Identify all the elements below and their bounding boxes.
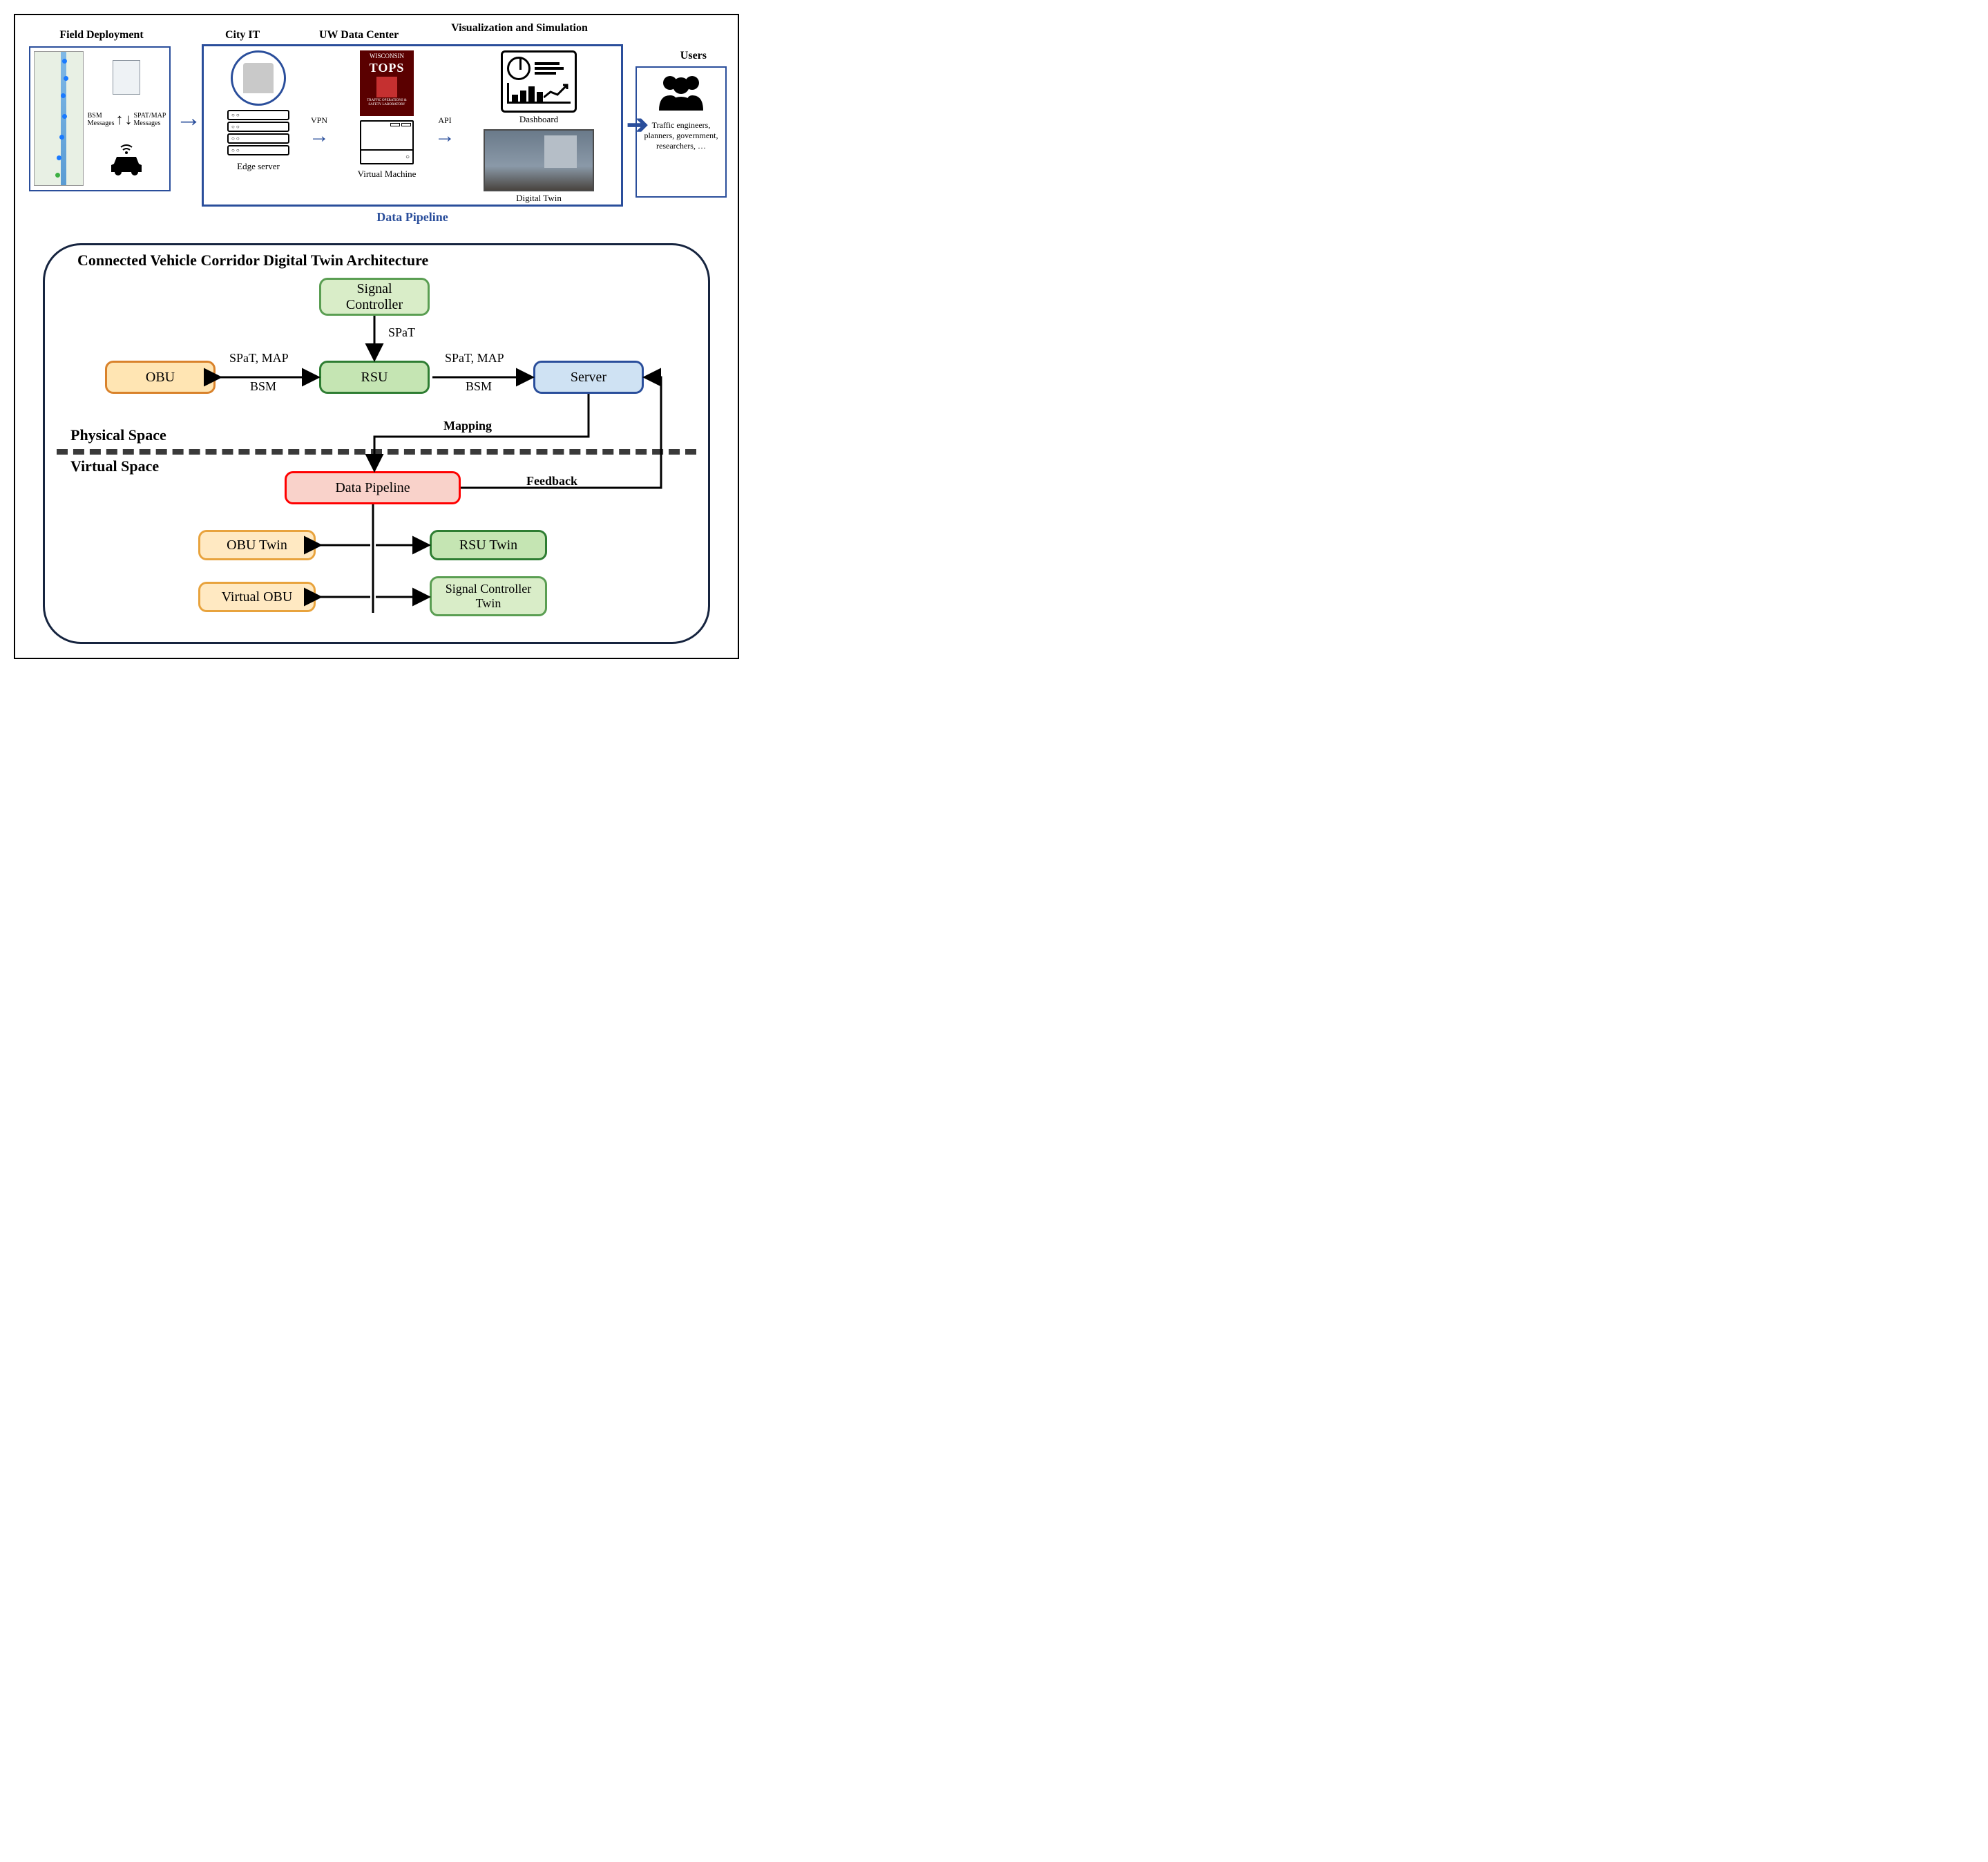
field-deployment-box: BSM Messages ↑ ↓ SPAT/MAP Messages: [29, 46, 171, 191]
corridor-map-thumbnail: [34, 51, 84, 186]
arrow-icon: →: [309, 126, 329, 146]
dashboard-label: Dashboard: [519, 114, 558, 125]
edge-sm1-label: SPaT, MAP: [229, 352, 289, 365]
node-virtual-obu: Virtual OBU: [198, 582, 316, 612]
diagram-canvas: Field Deployment City IT UW Data Center …: [14, 14, 739, 659]
physical-space-label: Physical Space: [70, 426, 166, 444]
data-pipeline-title: Data Pipeline: [202, 210, 623, 225]
users-icon: [653, 72, 709, 117]
node-obu: OBU: [105, 361, 216, 394]
field-right-col: BSM Messages ↑ ↓ SPAT/MAP Messages: [88, 51, 166, 187]
node-rsu: RSU: [319, 361, 430, 394]
title-field: Field Deployment: [39, 29, 164, 41]
barchart-icon: [507, 83, 571, 104]
vm-label: Virtual Machine: [358, 169, 417, 180]
digital-twin-label: Digital Twin: [516, 193, 562, 204]
digital-twin-thumbnail: [484, 129, 594, 191]
tops-sub: TRAFFIC OPERATIONS & SAFETY LABORATORY: [362, 99, 412, 106]
virtual-space-label: Virtual Space: [70, 457, 159, 475]
spat-label: SPAT/MAP Messages: [133, 112, 166, 127]
dashboard-icon: [501, 50, 577, 113]
edge-mapping-label: Mapping: [443, 419, 492, 433]
title-city: City IT: [225, 29, 260, 41]
edge-sm2-label: SPaT, MAP: [445, 352, 504, 365]
tops-state: WISCONSIN: [370, 53, 404, 59]
gauge-icon: [507, 57, 531, 80]
vpn-arrow: VPN →: [309, 115, 329, 146]
message-arrows: BSM Messages ↑ ↓ SPAT/MAP Messages: [88, 112, 166, 127]
title-viz: Visualization and Simulation: [447, 22, 592, 35]
api-arrow: API →: [434, 115, 455, 146]
data-pipeline-box: Edge server VPN → WISCONSIN TOPS TRAFFIC…: [202, 44, 623, 207]
node-data-pipeline: Data Pipeline: [285, 471, 461, 504]
connected-car-icon: [106, 144, 147, 178]
list-icon: [535, 60, 571, 77]
virtual-machine-icon: [360, 120, 414, 164]
bottom-diagram: Connected Vehicle Corridor Digital Twin …: [22, 236, 731, 651]
city-seal-icon: [231, 50, 286, 106]
edge-server-icon: [227, 110, 289, 157]
uw-data-center-column: WISCONSIN TOPS TRAFFIC OPERATIONS & SAFE…: [342, 50, 432, 180]
edge-bsm2-label: BSM: [466, 380, 492, 394]
city-it-column: Edge server: [213, 50, 303, 172]
node-obu-twin: OBU Twin: [198, 530, 316, 560]
title-uw: UW Data Center: [319, 29, 399, 41]
edge-bsm1-label: BSM: [250, 380, 276, 394]
title-users: Users: [680, 50, 707, 62]
tops-acronym: TOPS: [370, 61, 405, 75]
edge-feedback-label: Feedback: [526, 475, 577, 488]
visualization-column: Dashboard Digital Twin: [466, 50, 611, 204]
rsu-antenna-icon: [113, 60, 140, 95]
down-arrow-icon: ↓: [124, 112, 132, 127]
node-signal-controller-twin: Signal Controller Twin: [430, 576, 547, 616]
bsm-label: BSM Messages: [88, 112, 115, 127]
arrow-field-to-pipeline: →: [175, 105, 202, 131]
node-server: Server: [533, 361, 644, 394]
node-signal-controller: Signal Controller: [319, 278, 430, 316]
arrow-icon: →: [434, 126, 455, 146]
users-box: Traffic engineers, planners, government,…: [635, 66, 727, 198]
node-rsu-twin: RSU Twin: [430, 530, 547, 560]
tops-logo: WISCONSIN TOPS TRAFFIC OPERATIONS & SAFE…: [360, 50, 414, 116]
space-divider: [57, 449, 696, 455]
up-arrow-icon: ↑: [115, 112, 123, 127]
top-diagram: Field Deployment City IT UW Data Center …: [22, 22, 731, 229]
architecture-title: Connected Vehicle Corridor Digital Twin …: [77, 251, 428, 269]
users-text: Traffic engineers, planners, government,…: [641, 120, 721, 151]
edge-server-label: Edge server: [237, 161, 280, 172]
edge-spat-label: SPaT: [388, 326, 415, 340]
